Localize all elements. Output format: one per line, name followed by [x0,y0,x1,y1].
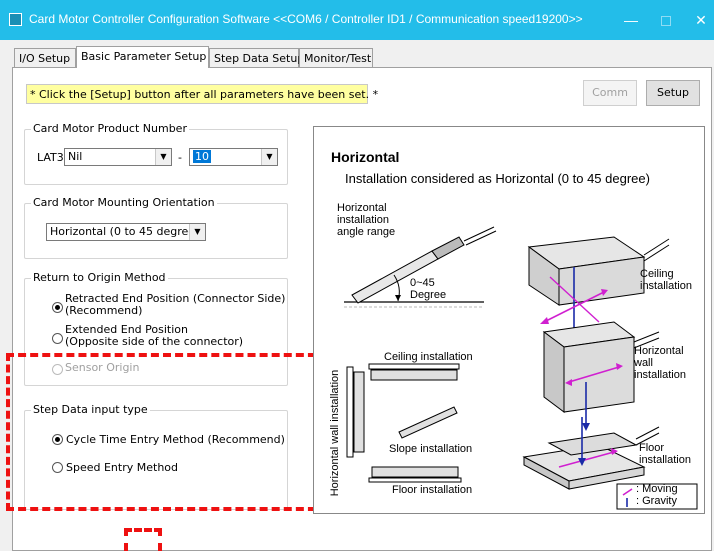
title-bar: Card Motor Controller Configuration Soft… [0,0,714,40]
highlight-connector [124,528,162,551]
product-separator: - [178,151,182,164]
range-label: Horizontal installation angle range [337,202,395,238]
mounting-value: Horizontal (0 to 45 degree) [50,225,200,238]
setup-notice: * Click the [Setup] button after all par… [26,84,378,104]
range-label-line2: installation [337,214,389,226]
ceiling-small-label: Ceiling installation [384,351,473,363]
radio-retracted-end[interactable] [52,302,63,313]
wall-label: Horizontal wall installation [634,345,686,381]
radio-extended-end[interactable] [52,333,63,344]
floor-label-line2: installation [639,454,691,466]
comm-button[interactable]: Comm [583,80,637,106]
app-icon [9,13,22,26]
retracted-end-line2: (Recommend) [65,304,143,317]
mounting-legend: Card Motor Mounting Orientation [31,196,217,209]
range-label-line3: angle range [337,226,396,238]
chevron-down-icon: ▼ [261,149,277,165]
retracted-end-label: Retracted End Position (Connector Side) … [65,293,285,317]
wall-label-line2: wall [634,357,653,369]
angle-label: 0~45 Degree [410,277,446,301]
angle-label-line2: Degree [410,289,447,301]
window-title: Card Motor Controller Configuration Soft… [29,12,583,26]
orientation-diagram: Horizontal Installation considered as Ho… [313,126,705,514]
small-variants-sketch [346,363,462,483]
floor-label: Floor installation [639,442,691,466]
wall-label-line1: Horizontal [634,345,684,357]
return-origin-legend: Return to Origin Method [31,271,168,284]
legend-gravity: : Gravity [636,495,677,507]
mounting-select[interactable]: Horizontal (0 to 45 degree) ▼ [46,223,206,241]
product-option2-value: 10 [193,150,211,163]
tab-basic-parameter-setup[interactable]: Basic Parameter Setup [76,46,209,68]
angle-label-line1: 0~45 [410,277,435,289]
extended-end-line2: (Opposite side of the connector) [65,335,244,348]
legend-moving: : Moving [636,483,678,495]
ceiling-label-line2: installation [640,280,692,292]
chevron-down-icon: ▼ [189,224,205,240]
product-option1-select[interactable]: Nil ▼ [64,148,172,166]
tab-io-setup[interactable]: I/O Setup [14,48,76,67]
product-option2-select[interactable]: 10 ▼ [189,148,278,166]
minimize-button[interactable]: — [618,8,644,32]
floor-small-label: Floor installation [392,484,473,496]
ceiling-label-line1: Ceiling [640,268,674,280]
tab-monitor-test[interactable]: Monitor/Test [299,48,373,67]
floor-label-line1: Floor [639,442,665,454]
close-button[interactable]: ✕ [688,8,714,32]
setup-button[interactable]: Setup [646,80,700,106]
extended-end-label: Extended End Position (Opposite side of … [65,324,243,348]
slope-small-label: Slope installation [389,443,473,455]
maximize-button[interactable] [653,8,679,32]
product-option1-value: Nil [68,150,83,163]
chevron-down-icon: ▼ [155,149,171,165]
ceiling-label: Ceiling installation [640,268,692,292]
vertical-wall-label: Horizontal wall installation [329,369,341,497]
tab-step-data-setup[interactable]: Step Data Setup [209,48,304,67]
product-number-legend: Card Motor Product Number [31,122,189,135]
product-prefix-label: LAT3 [37,151,64,164]
maximize-icon [661,16,671,27]
wall-label-line3: installation [634,369,686,381]
range-label-line1: Horizontal [337,202,387,214]
highlight-frame [6,353,328,511]
